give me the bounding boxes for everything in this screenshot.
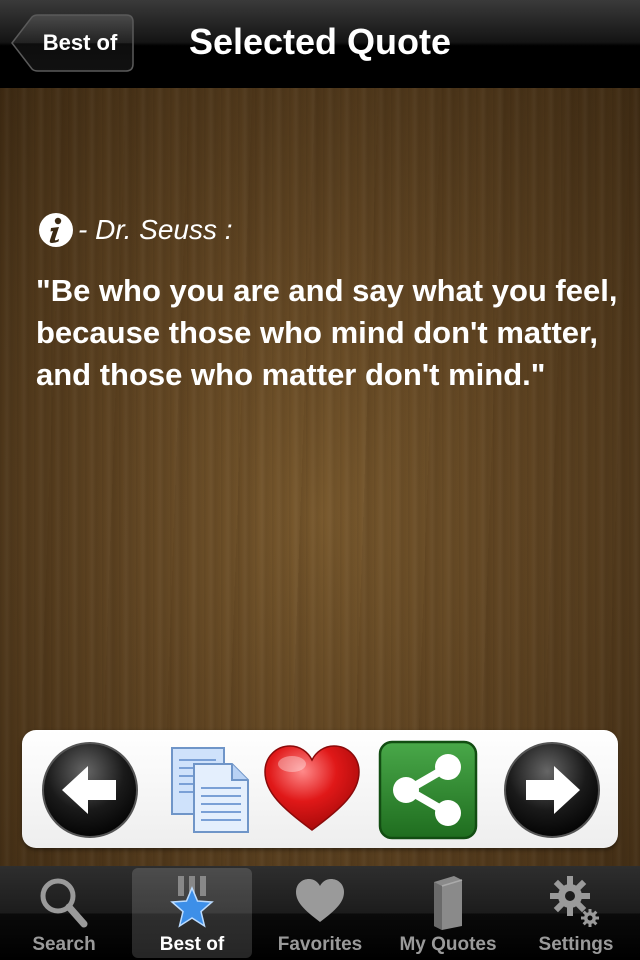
- copy-button[interactable]: [166, 740, 266, 840]
- heart-icon: [296, 879, 344, 922]
- info-icon[interactable]: [38, 212, 74, 248]
- tab-favorites[interactable]: Favorites: [260, 868, 380, 958]
- app-screen: Best of Selected Quote - Dr. Seuss : "Be…: [0, 0, 640, 960]
- book-icon: [434, 876, 463, 930]
- back-button[interactable]: Best of: [10, 14, 134, 72]
- tab-search[interactable]: Search: [4, 868, 124, 958]
- gears-icon: [550, 876, 599, 927]
- page-title: Selected Quote: [188, 21, 452, 62]
- tab-best-of[interactable]: Best of: [132, 868, 252, 958]
- tab-my-quotes[interactable]: My Quotes: [388, 868, 508, 958]
- magnifier-icon: [40, 878, 88, 928]
- star-medal-icon: [170, 876, 214, 928]
- tab-settings-label: Settings: [538, 934, 614, 955]
- copy-icon: [171, 747, 249, 833]
- navigation-bar: Best of Selected Quote: [0, 0, 640, 89]
- tab-best-of-label: Best of: [159, 934, 225, 955]
- back-button-label: Best of: [42, 30, 118, 55]
- quote-action-toolbar: [22, 730, 618, 848]
- author-line: - Dr. Seuss :: [38, 208, 233, 252]
- heart-icon: [264, 745, 360, 831]
- tab-bar: Search Best of Favorites My Quotes Setti…: [0, 866, 640, 960]
- favorite-button[interactable]: [262, 740, 362, 840]
- arrow-right-icon: [504, 742, 600, 838]
- quote-author: - Dr. Seuss :: [78, 214, 233, 245]
- tab-my-quotes-label: My Quotes: [399, 934, 497, 955]
- previous-button[interactable]: [40, 740, 140, 840]
- share-button[interactable]: [378, 740, 478, 840]
- share-icon: [378, 740, 478, 840]
- tab-search-label: Search: [32, 934, 96, 955]
- next-button[interactable]: [502, 740, 602, 840]
- quote-text: "Be who you are and say what you feel, b…: [36, 273, 618, 392]
- tab-settings[interactable]: Settings: [516, 868, 636, 958]
- tab-favorites-label: Favorites: [277, 934, 363, 955]
- arrow-left-icon: [42, 742, 138, 838]
